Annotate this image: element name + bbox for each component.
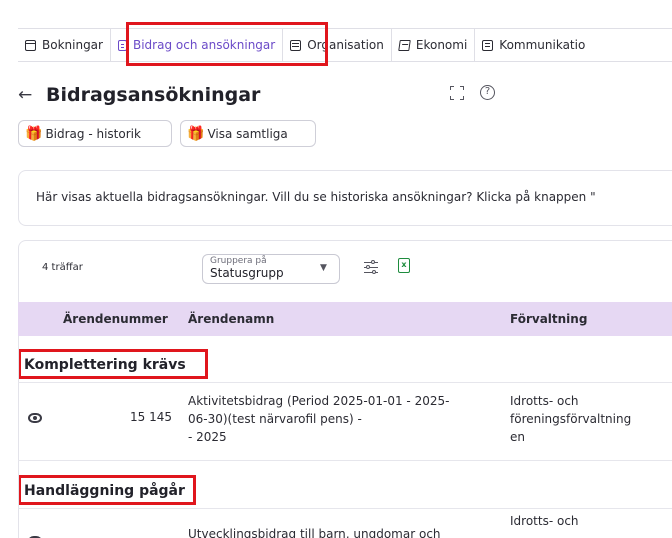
tab-label: Bokningar	[42, 38, 103, 52]
case-admin-line: föreningsförvaltning	[510, 412, 632, 426]
chevron-down-icon: ▼	[320, 263, 327, 273]
fullscreen-icon[interactable]	[450, 86, 464, 100]
divider	[18, 382, 672, 383]
show-all-button-label: Visa samtliga	[207, 126, 288, 141]
highlight-box-tab	[126, 22, 328, 66]
tab-ekonomi[interactable]: Ekonomi	[392, 29, 476, 61]
history-button-label: Bidrag - historik	[45, 126, 141, 141]
case-name-line: - 2025	[188, 430, 227, 444]
divider	[18, 460, 672, 461]
divider	[18, 508, 672, 509]
column-header-number[interactable]: Ärendenummer	[63, 312, 168, 326]
column-header-admin[interactable]: Förvaltning	[510, 312, 587, 326]
tab-label: Ekonomi	[415, 38, 468, 52]
case-name[interactable]: Utvecklingsbidrag till barn, ungdomar oc…	[188, 525, 441, 538]
help-icon[interactable]: ?	[480, 85, 495, 100]
back-arrow-icon[interactable]: ←	[18, 85, 40, 105]
case-name-line: Aktivitetsbidrag (Period 2025-01-01 - 20…	[188, 394, 450, 408]
case-admin: Idrotts- och	[510, 512, 579, 530]
page-title: Bidragsansökningar	[46, 84, 261, 106]
tab-bokningar[interactable]: Bokningar	[18, 29, 111, 61]
case-name-line: Utvecklingsbidrag till barn, ungdomar oc…	[188, 527, 441, 538]
calendar-icon	[25, 39, 36, 51]
case-name[interactable]: Aktivitetsbidrag (Period 2025-01-01 - 20…	[188, 392, 449, 446]
gift-icon: 🎁	[187, 125, 205, 142]
column-header-name[interactable]: Ärendenamn	[188, 312, 274, 326]
case-name-line: 06-30)(test närvarofil pens) -	[188, 412, 362, 426]
info-text: Här visas aktuella bidragsansökningar. V…	[36, 190, 596, 204]
group-title: Komplettering krävs	[24, 357, 186, 373]
group-by-value: Statusgrupp	[210, 266, 284, 280]
case-admin-line: Idrotts- och	[510, 394, 579, 408]
group-title: Handläggning pågår	[24, 483, 185, 499]
column-settings-icon[interactable]	[364, 260, 378, 274]
history-button[interactable]: 🎁 Bidrag - historik	[18, 120, 172, 147]
case-admin-line: en	[510, 430, 525, 444]
receipt-icon	[398, 39, 411, 51]
eye-icon[interactable]	[28, 413, 42, 423]
show-all-button[interactable]: 🎁 Visa samtliga	[180, 120, 316, 147]
case-number: 15 145	[130, 410, 172, 424]
group-by-label: Gruppera på	[210, 256, 267, 266]
main-tab-bar: Bokningar Bidrag och ansökningar Organis…	[18, 28, 672, 62]
page-header: ← Bidragsansökningar	[18, 82, 260, 108]
message-icon	[482, 39, 494, 51]
case-admin-line: Idrotts- och	[510, 514, 579, 528]
tab-kommunikation[interactable]: Kommunikatio	[475, 29, 592, 61]
gift-icon: 🎁	[25, 125, 43, 142]
hits-count: 4 träffar	[42, 262, 83, 273]
case-admin: Idrotts- och föreningsförvaltning en	[510, 392, 631, 446]
excel-export-icon[interactable]: x	[398, 258, 410, 273]
tab-label: Kommunikatio	[499, 38, 586, 52]
